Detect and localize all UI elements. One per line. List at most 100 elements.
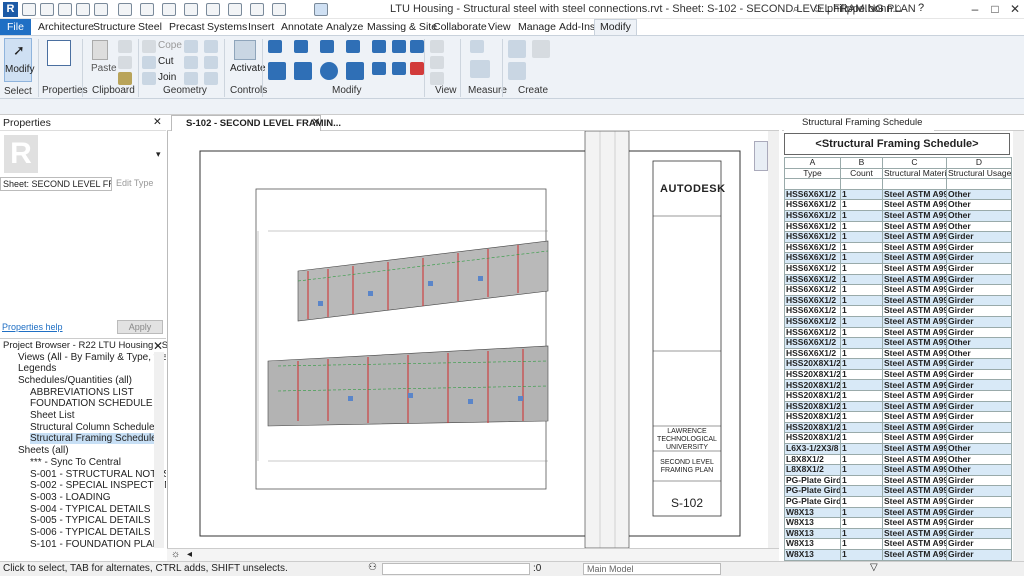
- type-selector-dropdown[interactable]: Sheet: SECOND LEVEL FRAM: [0, 177, 112, 191]
- table-cell[interactable]: Steel ASTM A99: [882, 517, 947, 529]
- activate-label[interactable]: Activate: [230, 63, 266, 74]
- tag-icon[interactable]: [184, 3, 198, 16]
- table-cell[interactable]: 1: [840, 517, 883, 529]
- copy-icon[interactable]: [118, 40, 132, 53]
- table-cell[interactable]: HSS6X6X1/2: [784, 241, 841, 254]
- move-icon[interactable]: [268, 62, 286, 80]
- table-cell[interactable]: Girder: [946, 548, 1012, 561]
- join-icon[interactable]: [142, 72, 156, 85]
- table-cell[interactable]: Other: [946, 220, 1012, 233]
- create-parts-icon[interactable]: [532, 40, 550, 58]
- tree-item[interactable]: S-001 - STRUCTURAL NOTES: [30, 469, 166, 480]
- table-cell[interactable]: Steel ASTM A99: [882, 453, 947, 466]
- table-cell[interactable]: Other: [946, 443, 1012, 455]
- table-cell[interactable]: Steel ASTM A99: [882, 315, 947, 328]
- table-cell[interactable]: Girder: [946, 421, 1012, 434]
- trim-extend-icon[interactable]: [346, 62, 364, 80]
- table-cell[interactable]: 1: [840, 305, 883, 317]
- table-cell[interactable]: HSS6X6X1/2: [784, 231, 841, 243]
- table-cell[interactable]: L8X8X1/2: [784, 464, 841, 476]
- offset-icon[interactable]: [294, 40, 308, 53]
- tab-structure[interactable]: Structure: [93, 20, 136, 35]
- tab-annotate[interactable]: Annotate: [281, 20, 323, 35]
- measure-between-icon[interactable]: [470, 40, 484, 53]
- worksharing-icon[interactable]: ⚇: [368, 562, 377, 573]
- table-cell[interactable]: Girder: [946, 315, 1012, 328]
- table-cell[interactable]: Steel ASTM A99: [882, 432, 947, 445]
- column-letter-cell[interactable]: B: [840, 157, 883, 169]
- table-cell[interactable]: Steel ASTM A99: [882, 464, 947, 476]
- close-button[interactable]: ✕: [1006, 2, 1024, 17]
- table-cell[interactable]: Steel ASTM A99: [882, 390, 947, 402]
- tab-file[interactable]: File: [0, 19, 31, 35]
- table-cell[interactable]: HSS20X8X1/2: [784, 432, 841, 445]
- tree-item[interactable]: FOUNDATION SCHEDULE: [30, 398, 153, 409]
- column-header-cell[interactable]: Structural Materia: [882, 167, 947, 180]
- table-cell[interactable]: Steel ASTM A99: [882, 474, 947, 487]
- tab-collaborate[interactable]: Collaborate: [433, 20, 487, 35]
- table-cell[interactable]: HSS6X6X1/2: [784, 337, 841, 349]
- workset-dropdown[interactable]: [382, 563, 530, 575]
- table-cell[interactable]: Steel ASTM A99: [882, 368, 947, 381]
- table-cell[interactable]: Steel ASTM A99: [882, 294, 947, 307]
- array-icon[interactable]: [372, 62, 386, 75]
- tab-manage[interactable]: Manage: [518, 20, 556, 35]
- delete-icon[interactable]: [410, 62, 424, 75]
- edit-type-button[interactable]: Edit Type: [116, 178, 153, 188]
- table-cell[interactable]: Steel ASTM A99: [882, 252, 947, 264]
- tab-sheet-s102[interactable]: S-102 - SECOND LEVEL FRAMIN... ✕: [171, 115, 341, 131]
- drawing-canvas[interactable]: AUTODESK LAWRENCE TECHNOLOGICAL UNIVERSI…: [167, 131, 779, 548]
- table-cell[interactable]: Steel ASTM A99: [882, 262, 947, 275]
- join-label[interactable]: Join: [158, 72, 176, 83]
- table-cell[interactable]: Steel ASTM A99: [882, 548, 947, 561]
- table-cell[interactable]: L6X3-1/2X3/8: [784, 443, 841, 455]
- table-cell[interactable]: 1: [840, 252, 883, 264]
- table-cell[interactable]: 1: [840, 443, 883, 455]
- table-cell[interactable]: 1: [840, 284, 883, 296]
- table-cell[interactable]: Girder: [946, 305, 1012, 317]
- tab-view[interactable]: View: [488, 20, 511, 35]
- revit-logo-icon[interactable]: R: [3, 2, 18, 17]
- table-cell[interactable]: Girder: [946, 252, 1012, 264]
- table-cell[interactable]: W8X13: [784, 506, 841, 519]
- table-cell[interactable]: 1: [840, 474, 883, 487]
- switch-windows-icon[interactable]: [314, 3, 328, 16]
- table-cell[interactable]: Steel ASTM A99: [882, 284, 947, 296]
- table-cell[interactable]: Other: [946, 337, 1012, 349]
- match-properties-icon[interactable]: [118, 72, 132, 85]
- table-cell[interactable]: HSS6X6X1/2: [784, 220, 841, 233]
- table-cell[interactable]: Girder: [946, 231, 1012, 243]
- binoculars-icon[interactable]: ⌕: [793, 3, 799, 16]
- browser-scrollbar[interactable]: [154, 352, 164, 548]
- cope-icon[interactable]: [142, 40, 156, 53]
- table-cell[interactable]: HSS6X6X1/2: [784, 188, 841, 201]
- modify-tool-button[interactable]: ➚ Modify: [4, 38, 34, 82]
- tab-architecture[interactable]: Architecture: [38, 20, 94, 35]
- unpin-icon[interactable]: [410, 40, 424, 53]
- table-cell[interactable]: Girder: [946, 326, 1012, 339]
- text-icon[interactable]: [206, 3, 220, 16]
- split-icon[interactable]: [372, 40, 386, 53]
- column-letter-cell[interactable]: D: [946, 157, 1012, 169]
- column-header-cell[interactable]: Count: [840, 167, 883, 180]
- table-cell[interactable]: Girder: [946, 368, 1012, 381]
- table-cell[interactable]: 1: [840, 400, 883, 413]
- table-cell[interactable]: Steel ASTM A99: [882, 231, 947, 243]
- table-cell[interactable]: HSS20X8X1/2: [784, 368, 841, 381]
- table-cell[interactable]: Steel ASTM A99: [882, 305, 947, 317]
- table-cell[interactable]: Girder: [946, 284, 1012, 296]
- demolish-icon[interactable]: [204, 56, 218, 69]
- uncut-icon[interactable]: [204, 72, 218, 85]
- apply-button[interactable]: Apply: [117, 320, 163, 334]
- user-name[interactable]: philippe.bonn...: [827, 3, 902, 15]
- undo-icon[interactable]: [76, 3, 90, 16]
- mirror-draw-icon[interactable]: [346, 40, 360, 53]
- create-assembly-icon[interactable]: [508, 40, 526, 58]
- tree-item[interactable]: Legends: [18, 363, 56, 374]
- table-cell[interactable]: Steel ASTM A99: [882, 400, 947, 413]
- table-cell[interactable]: Girder: [946, 496, 1012, 508]
- paste-icon[interactable]: [92, 40, 108, 60]
- tab-systems[interactable]: Systems: [207, 20, 247, 35]
- table-cell[interactable]: Girder: [946, 273, 1012, 286]
- table-cell[interactable]: Steel ASTM A99: [882, 347, 947, 360]
